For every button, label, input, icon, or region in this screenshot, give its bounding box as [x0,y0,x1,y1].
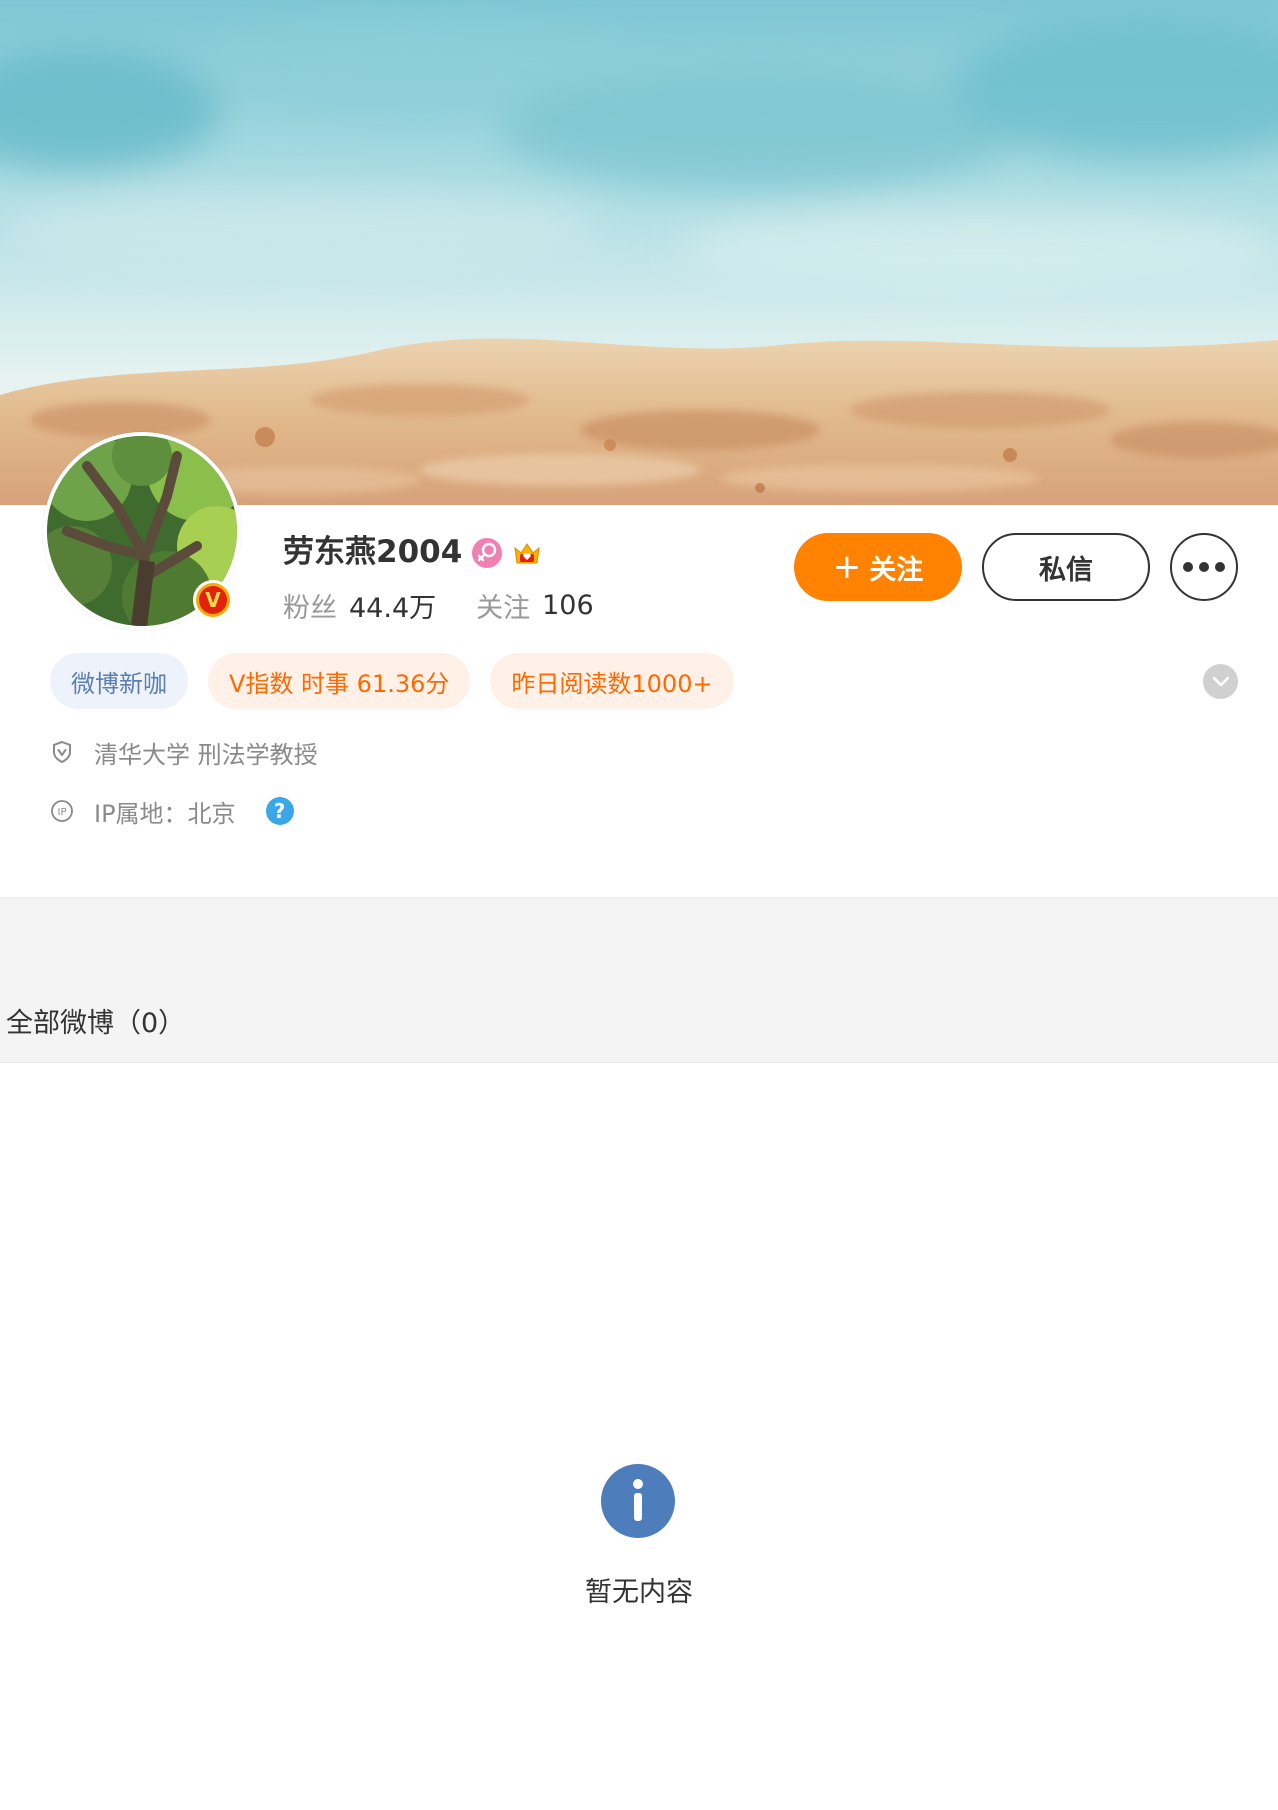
fans-stat[interactable]: 粉丝 44.4万 [283,586,436,625]
plus-icon: + [832,547,862,587]
svg-text:IP: IP [58,807,67,818]
avatar[interactable]: V [43,432,241,630]
section-divider [0,898,1278,1063]
empty-state-text: 暂无内容 [585,1577,693,1608]
profile-stats: 粉丝 44.4万 关注 106 [283,585,634,625]
tag-v-index[interactable]: V指数 时事 61.36分 [208,653,471,709]
shield-v-icon [50,740,74,764]
all-posts-title[interactable]: 全部微博（0） [6,1006,185,1042]
certification-row: 清华大学 刑法学教授 [50,735,318,769]
info-icon [601,1464,675,1538]
user-name: 劳东燕2004 [283,534,463,570]
crown-icon [512,538,542,568]
chevron-down-icon[interactable] [1203,664,1238,699]
help-icon[interactable]: ? [265,797,294,825]
certification-text: 清华大学 刑法学教授 [94,740,318,769]
more-dots-icon[interactable] [1170,533,1238,601]
tag-weibo-newcomer[interactable]: 微博新咖 [50,653,188,709]
verified-mark: V [199,586,227,614]
tag-read-count[interactable]: 昨日阅读数1000+ [490,653,734,709]
fans-count: 44.4万 [349,592,437,624]
fans-label: 粉丝 [283,592,337,624]
female-icon [472,538,502,568]
following-label: 关注 [476,592,531,624]
message-button[interactable]: 私信 [982,533,1150,601]
follow-label: 关注 [869,554,924,586]
cover-image [0,0,1278,505]
message-label: 私信 [1039,554,1093,586]
ip-location-row: IP IP属地：北京 ? [50,794,294,828]
following-count: 106 [542,589,594,621]
verified-v-icon: V [193,580,233,620]
ip-location-text: IP属地：北京 [94,799,236,828]
profile-page: V 劳东燕2004 粉丝 44.4万 关注 106 + 关注 私信 微博新咖 V… [0,0,1278,1810]
following-stat[interactable]: 关注 106 [476,586,594,625]
follow-button[interactable]: + 关注 [794,533,962,601]
ip-icon: IP [50,799,74,823]
profile-tags: 微博新咖 V指数 时事 61.36分 昨日阅读数1000+ [50,653,734,709]
